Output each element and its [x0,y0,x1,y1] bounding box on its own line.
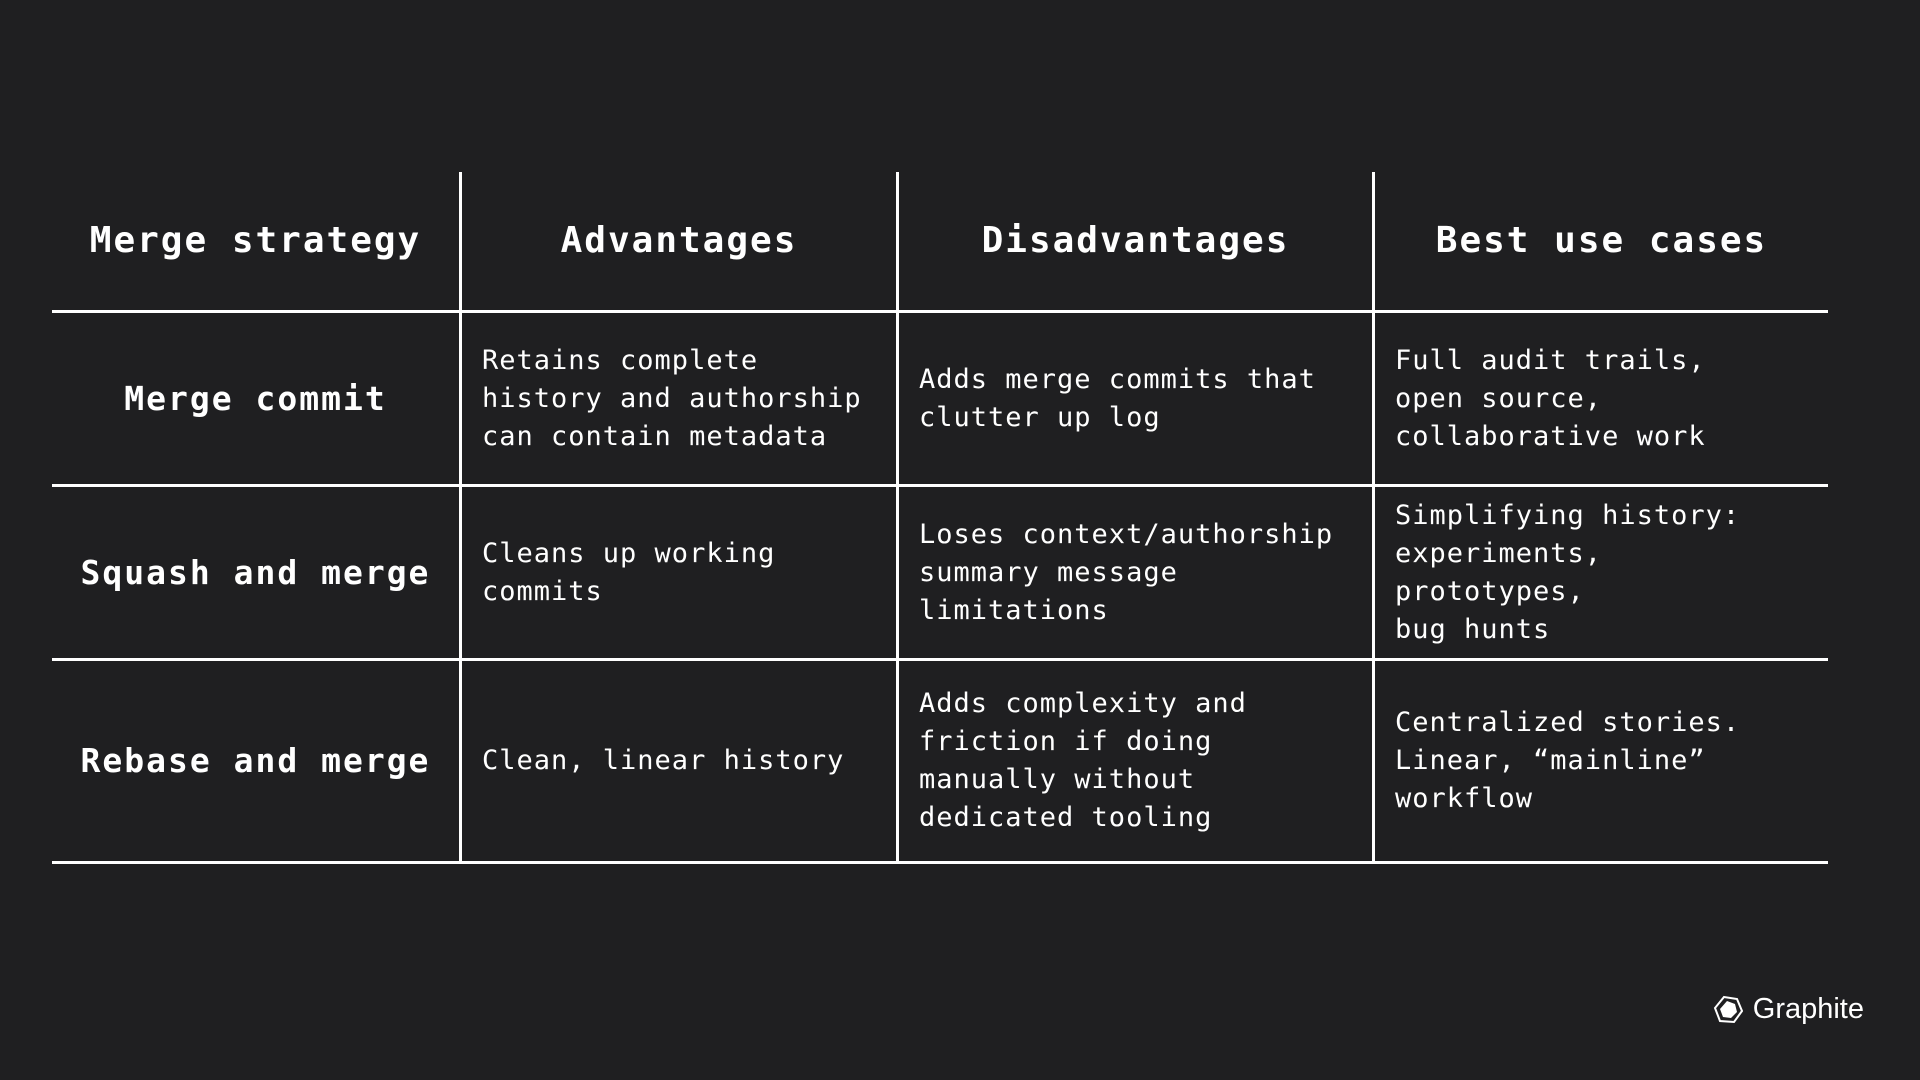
strategy-cell: Squash and merge [80,552,431,592]
column-header: Best use cases [1372,172,1828,310]
table-row: Squash and merge Cleans up working commi… [52,487,1828,661]
column-header: Advantages [459,172,896,310]
advantages-cell: Clean, linear history [459,661,896,861]
use-cases-cell: Centralized stories. Linear, “mainline” … [1372,661,1828,861]
column-header: Disadvantages [896,172,1372,310]
merge-strategy-table: Merge strategy Advantages Disadvantages … [52,172,1828,864]
table-header-row: Merge strategy Advantages Disadvantages … [52,172,1828,313]
graphite-logo: Graphite [1713,993,1864,1026]
use-cases-cell: Simplifying history: experiments, protot… [1372,487,1828,658]
hexagon-logo-icon [1713,995,1743,1023]
disadvantages-cell: Adds merge commits that clutter up log [896,313,1372,484]
use-cases-cell: Full audit trails, open source, collabor… [1372,313,1828,484]
table-row: Merge commit Retains complete history an… [52,313,1828,487]
strategy-cell: Merge commit [124,378,387,418]
strategy-cell: Rebase and merge [80,741,431,780]
column-header: Merge strategy [89,220,422,261]
advantages-cell: Cleans up working commits [459,487,896,658]
disadvantages-cell: Adds complexity and friction if doing ma… [896,661,1372,861]
advantages-cell: Retains complete history and authorship … [459,313,896,484]
brand-name: Graphite [1752,993,1864,1025]
disadvantages-cell: Loses context/authorship summary message… [896,487,1372,658]
table-row: Rebase and merge Clean, linear history A… [52,661,1828,864]
